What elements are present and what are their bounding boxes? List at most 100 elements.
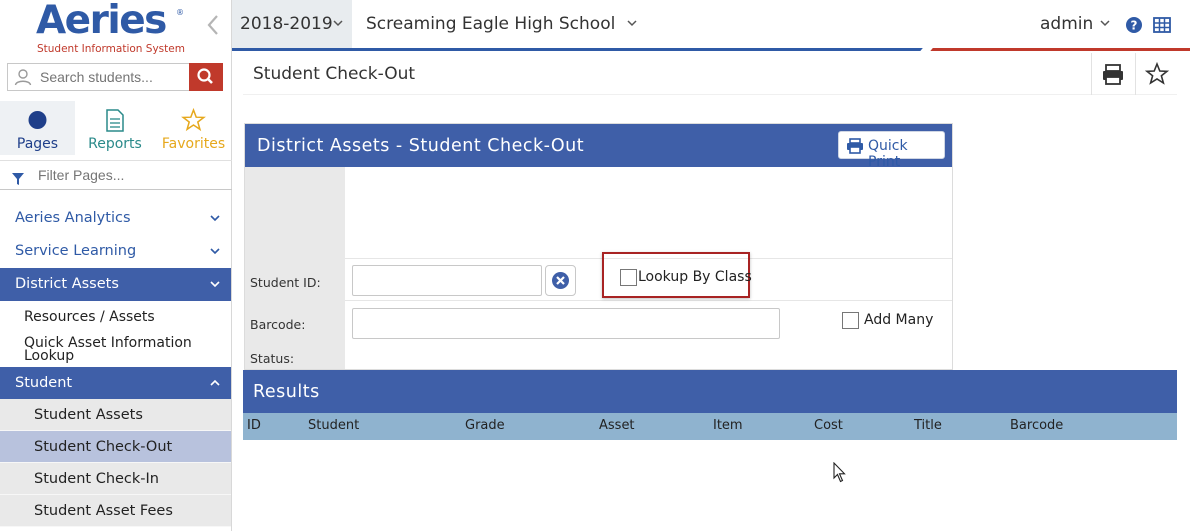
user-name: admin <box>1040 14 1094 34</box>
results-table-header: ID Student Grade Asset Item Cost Title B… <box>243 413 1177 440</box>
quick-print-label: Quick Print <box>868 138 908 170</box>
printer-icon <box>847 138 863 154</box>
user-icon <box>14 68 32 86</box>
tab-favorites-label: Favorites <box>161 136 226 152</box>
header-stripe-blue <box>232 48 927 51</box>
sidebar-item-student-checkin[interactable]: Student Check-In <box>0 463 231 495</box>
column-header-student[interactable]: Student <box>308 418 359 433</box>
sidebar-nav: Aeries Analytics Service Learning Distri… <box>0 202 231 527</box>
sidebar-item-label: Lookup <box>24 348 75 364</box>
star-icon <box>181 107 206 132</box>
logo-registered-mark: ® <box>176 8 184 17</box>
school-year-label: 2018-2019 <box>240 14 333 34</box>
favorite-button[interactable] <box>1135 53 1177 95</box>
chevron-up-icon <box>210 379 220 386</box>
sidebar-item-student-checkout[interactable]: Student Check-Out <box>0 431 231 463</box>
tab-reports-label: Reports <box>88 136 142 152</box>
sidebar: Aeries ® Student Information System Page… <box>0 0 232 531</box>
column-header-id[interactable]: ID <box>247 418 261 433</box>
sidebar-item-label: Aeries Analytics <box>15 210 131 226</box>
student-id-label: Student ID: <box>250 275 321 290</box>
search-icon <box>197 68 213 84</box>
sidebar-item-quick-asset-lookup[interactable]: Quick Asset Information Lookup <box>0 333 231 367</box>
tab-reports[interactable]: Reports <box>76 101 154 155</box>
tab-pages[interactable]: Pages <box>0 101 75 155</box>
sidebar-item-service-learning[interactable]: Service Learning <box>0 235 231 268</box>
column-header-barcode[interactable]: Barcode <box>1010 418 1063 433</box>
collapse-sidebar-icon[interactable] <box>204 12 222 38</box>
tab-favorites[interactable]: Favorites <box>155 101 232 155</box>
results-title: Results <box>253 382 320 402</box>
header-stripe-red <box>927 48 1190 51</box>
logo-subtitle: Student Information System <box>37 43 185 55</box>
sidebar-tabs: Pages Reports Favorites <box>0 101 232 155</box>
close-circle-icon <box>552 272 569 289</box>
lookup-by-class-checkbox[interactable] <box>620 269 637 286</box>
page-title: Student Check-Out <box>253 64 416 84</box>
svg-text:?: ? <box>1131 19 1138 33</box>
status-label: Status: <box>250 351 295 366</box>
lookup-by-class-label: Lookup By Class <box>638 269 752 285</box>
student-checkout-panel: District Assets - Student Check-Out Quic… <box>244 123 953 370</box>
chevron-down-icon <box>333 20 343 27</box>
printer-icon <box>1103 64 1123 85</box>
print-button[interactable] <box>1091 53 1133 95</box>
page-header: Student Check-Out <box>243 53 1177 95</box>
results-header: Results <box>243 370 1177 413</box>
star-icon <box>1144 61 1170 85</box>
sidebar-item-label: Service Learning <box>15 243 137 259</box>
sidebar-item-aeries-analytics[interactable]: Aeries Analytics <box>0 202 231 235</box>
column-header-cost[interactable]: Cost <box>814 418 843 433</box>
clear-student-id-button[interactable] <box>545 265 576 296</box>
chevron-down-icon <box>627 20 637 27</box>
mouse-cursor-icon <box>833 462 846 483</box>
filter-pages <box>0 160 232 190</box>
top-bar: 2018-2019 Screaming Eagle High School ad… <box>232 0 1190 52</box>
tab-pages-label: Pages <box>16 136 59 152</box>
sidebar-item-label: Resources / Assets <box>24 309 155 325</box>
row-divider <box>345 300 952 301</box>
column-header-asset[interactable]: Asset <box>599 418 635 433</box>
barcode-input[interactable] <box>352 308 780 339</box>
sidebar-item-label: Student Asset Fees <box>34 503 173 519</box>
column-header-grade[interactable]: Grade <box>465 418 505 433</box>
help-icon[interactable]: ? <box>1125 16 1143 34</box>
quick-print-button[interactable]: Quick Print <box>838 131 945 170</box>
chevron-down-icon <box>210 215 220 222</box>
sidebar-item-label: Student Check-In <box>34 471 159 487</box>
sidebar-item-label: Student Assets <box>34 407 143 423</box>
grid-icon[interactable] <box>1153 16 1171 34</box>
filter-icon <box>12 170 24 189</box>
sidebar-item-label: District Assets <box>15 276 119 292</box>
sidebar-item-label: Student Check-Out <box>34 439 173 455</box>
search-students-input[interactable] <box>40 68 188 86</box>
sidebar-item-label: Student <box>15 375 73 391</box>
logo-title: Aeries <box>36 0 167 43</box>
panel-title: District Assets - Student Check-Out <box>257 136 585 156</box>
school-year-selector[interactable]: 2018-2019 <box>232 0 352 50</box>
lookup-by-class-highlight: Lookup By Class <box>602 252 752 298</box>
document-icon <box>106 109 124 132</box>
school-name: Screaming Eagle High School <box>366 14 616 34</box>
filter-pages-input[interactable] <box>38 167 218 183</box>
student-id-input[interactable] <box>352 265 542 296</box>
add-many-label: Add Many <box>864 312 934 328</box>
sidebar-item-district-assets[interactable]: District Assets <box>0 268 231 301</box>
barcode-label: Barcode: <box>250 317 306 332</box>
chevron-down-icon <box>210 248 220 255</box>
circle-icon <box>28 111 47 129</box>
sidebar-item-student[interactable]: Student <box>0 367 231 399</box>
column-header-item[interactable]: Item <box>713 418 743 433</box>
aeries-logo[interactable]: Aeries ® Student Information System <box>36 0 186 58</box>
chevron-down-icon <box>1100 20 1110 27</box>
add-many-checkbox[interactable] <box>842 312 859 329</box>
search-button[interactable] <box>189 63 223 91</box>
sidebar-item-resources-assets[interactable]: Resources / Assets <box>0 301 231 333</box>
panel-header: District Assets - Student Check-Out Quic… <box>245 124 952 170</box>
column-header-title[interactable]: Title <box>914 418 942 433</box>
labels-column: Student ID: Barcode: Status: <box>245 167 345 369</box>
sidebar-item-student-assets[interactable]: Student Assets <box>0 399 231 431</box>
chevron-down-icon <box>210 281 220 288</box>
student-search <box>7 63 223 91</box>
sidebar-item-student-asset-fees[interactable]: Student Asset Fees <box>0 495 231 527</box>
